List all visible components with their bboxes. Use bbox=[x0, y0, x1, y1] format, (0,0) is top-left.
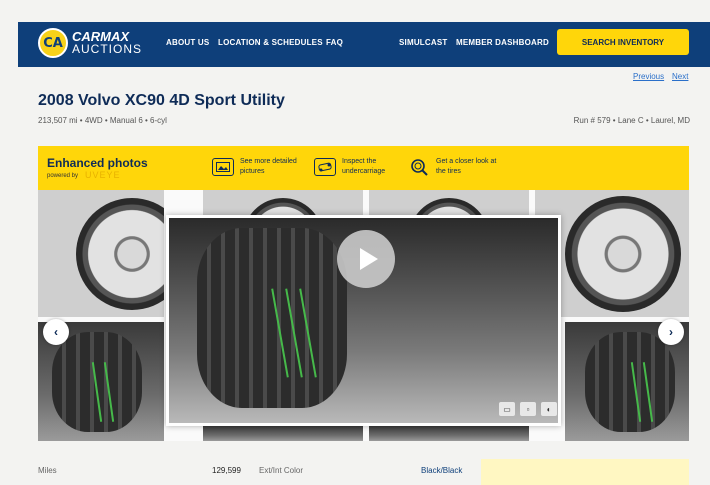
feature-label: See more detailed pictures bbox=[240, 158, 297, 175]
play-button[interactable] bbox=[337, 230, 395, 288]
next-link[interactable]: Next bbox=[672, 72, 688, 81]
magnifier-icon bbox=[408, 158, 430, 176]
feature-label: Inspect the undercarriage bbox=[342, 158, 386, 175]
top-navigation: CA CARMAX AUCTIONS ABOUT US LOCATION & S… bbox=[18, 22, 710, 67]
nav-simulcast[interactable]: SIMULCAST bbox=[399, 38, 447, 47]
feature-tires[interactable]: Get a closer look at the tires bbox=[408, 157, 502, 177]
photo-view-icon[interactable]: ▭ bbox=[499, 402, 515, 416]
run-info: Run # 579 • Lane C • Laurel, MD bbox=[573, 116, 690, 125]
gallery-thumbnail[interactable] bbox=[38, 190, 164, 317]
gallery-prev-button[interactable]: ‹ bbox=[43, 319, 69, 345]
undercarriage-view-icon[interactable]: ▫ bbox=[520, 402, 536, 416]
play-icon bbox=[359, 248, 378, 270]
tire-view-icon[interactable]: ◐ bbox=[541, 402, 557, 416]
page: CA CARMAX AUCTIONS ABOUT US LOCATION & S… bbox=[0, 0, 710, 485]
photo-gallery: ▭ ▫ ◐ ‹ › bbox=[38, 190, 689, 441]
enhanced-photos-banner: Enhanced photos powered by UVEYE See mor… bbox=[38, 146, 689, 190]
carmax-auctions-logo[interactable]: CA CARMAX AUCTIONS bbox=[38, 28, 142, 58]
gallery-thumbnail[interactable] bbox=[203, 190, 363, 215]
photo-icon bbox=[212, 158, 234, 176]
tire-image bbox=[197, 228, 347, 408]
gallery-thumbnail[interactable] bbox=[369, 426, 529, 441]
color-label: Ext/Int Color bbox=[259, 466, 304, 475]
banner-title: Enhanced photos bbox=[47, 156, 148, 170]
miles-label: Miles bbox=[38, 466, 57, 475]
nav-location-schedules[interactable]: LOCATION & SCHEDULES bbox=[218, 38, 323, 47]
miles-value: 129,599 bbox=[212, 466, 241, 475]
gallery-thumbnail[interactable] bbox=[203, 426, 363, 441]
feature-detailed-pictures[interactable]: See more detailed pictures bbox=[212, 157, 306, 177]
main-media-viewer[interactable]: ▭ ▫ ◐ bbox=[166, 215, 561, 426]
logo-badge: CA bbox=[38, 28, 68, 58]
feature-label: Get a closer look at the tires bbox=[436, 158, 497, 175]
color-value: Black/Black bbox=[421, 466, 463, 475]
previous-link[interactable]: Previous bbox=[633, 72, 664, 81]
logo-line2: AUCTIONS bbox=[72, 42, 143, 56]
vehicle-title: 2008 Volvo XC90 4D Sport Utility bbox=[38, 92, 285, 109]
nav-faq[interactable]: FAQ bbox=[326, 38, 343, 47]
search-inventory-button[interactable]: SEARCH INVENTORY bbox=[557, 29, 689, 55]
vehicle-specs: 213,507 mi • 4WD • Manual 6 • 6-cyl bbox=[38, 116, 167, 125]
car-underside-icon bbox=[314, 158, 336, 176]
chevron-left-icon: ‹ bbox=[54, 325, 58, 339]
highlight-panel bbox=[481, 459, 689, 485]
uveye-logo: UVEYE bbox=[85, 170, 121, 180]
nav-member-dashboard[interactable]: MEMBER DASHBOARD bbox=[456, 38, 549, 47]
gallery-thumbnail[interactable] bbox=[369, 190, 529, 215]
nav-about-us[interactable]: ABOUT US bbox=[166, 38, 209, 47]
powered-by-label: powered by bbox=[47, 173, 79, 179]
gallery-next-button[interactable]: › bbox=[658, 319, 684, 345]
chevron-right-icon: › bbox=[669, 325, 673, 339]
feature-undercarriage[interactable]: Inspect the undercarriage bbox=[314, 157, 408, 177]
